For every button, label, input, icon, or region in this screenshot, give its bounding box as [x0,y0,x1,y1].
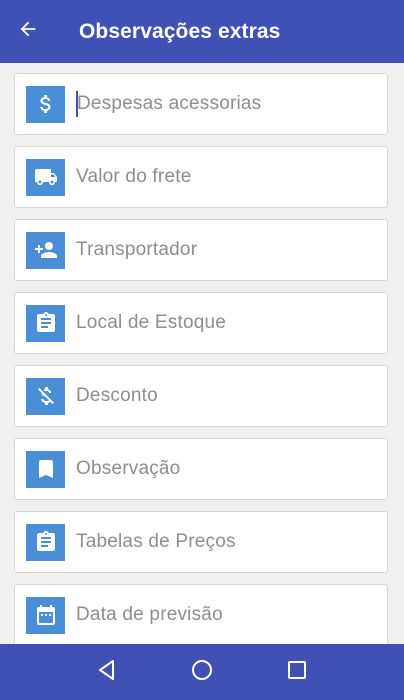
local-de-estoque-field[interactable]: Local de Estoque [14,292,388,354]
field-label: Valor do frete [76,166,192,187]
field-label: Local de Estoque [76,312,227,333]
dollar-icon [26,85,65,123]
money-off-icon [26,377,65,415]
field-label: Transportador [76,239,198,260]
nav-recents-button[interactable] [277,652,317,692]
nav-recents-icon [287,660,307,685]
transportador-field[interactable]: Transportador [14,219,388,281]
tabelas-de-precos-field[interactable]: Tabelas de Preços [14,511,388,573]
nav-home-button[interactable] [182,652,222,692]
page-title: Observações extras [79,19,281,43]
observacao-field[interactable]: Observação [14,438,388,500]
despesas-acessorias-field[interactable]: Despesas acessorias [14,73,388,135]
field-label: Data de previsão [76,604,223,625]
field-label: Desconto [76,385,158,406]
field-label: Despesas acessorias [77,93,262,114]
arrow-left-icon [17,18,39,45]
field-label: Observação [76,458,181,479]
nav-home-icon [190,658,214,687]
calendar-icon [26,596,65,634]
clipboard-icon [26,523,65,561]
app-bar: Observações extras [0,0,404,63]
person-add-icon [26,231,65,269]
field-label: Tabelas de Preços [76,531,236,552]
system-navigation-bar [0,644,404,700]
valor-do-frete-field[interactable]: Valor do frete [14,146,388,208]
clipboard-icon [26,304,65,342]
truck-icon [26,158,65,196]
nav-back-icon [96,659,118,686]
bookmark-icon [26,450,65,488]
data-de-previsao-field[interactable]: Data de previsão [14,584,388,644]
back-button[interactable] [0,0,56,63]
nav-back-button[interactable] [87,652,127,692]
form-content: Despesas acessorias Valor do frete Trans… [0,63,404,644]
desconto-field[interactable]: Desconto [14,365,388,427]
